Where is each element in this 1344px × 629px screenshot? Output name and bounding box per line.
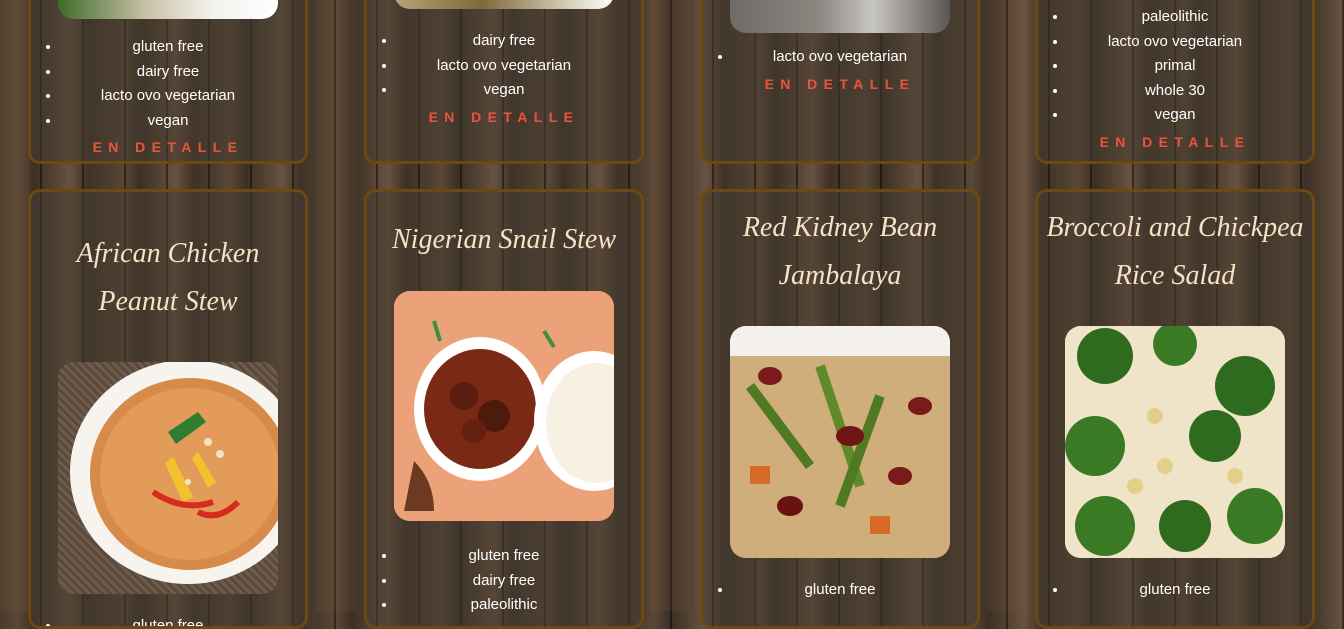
diet-item: lacto ovo vegetarian — [61, 84, 305, 109]
detail-link[interactable]: EN DETALLE — [703, 76, 977, 92]
diet-item: paleolithic — [1068, 5, 1312, 30]
diet-item: gluten free — [1068, 578, 1312, 603]
diet-list: gluten free dairy free lacto ovo vegetar… — [31, 35, 305, 133]
diet-item: gluten free — [61, 614, 305, 626]
diet-item: vegan — [61, 109, 305, 134]
diet-item: dairy free — [397, 29, 641, 54]
wood-plank — [0, 0, 30, 611]
diet-list: gluten free — [703, 578, 977, 603]
diet-list: gluten free — [1038, 578, 1312, 603]
diet-list: dairy free lacto ovo vegetarian vegan — [367, 29, 641, 103]
recipe-title[interactable]: Nigerian Snail Stew — [367, 216, 641, 264]
diet-item: vegan — [397, 78, 641, 103]
recipe-card: paleolithic lacto ovo vegetarian primal … — [1035, 0, 1315, 164]
detail-link[interactable]: EN DETALLE — [31, 139, 305, 155]
recipe-photo[interactable] — [58, 362, 278, 594]
diet-list: paleolithic lacto ovo vegetarian primal … — [1038, 5, 1312, 128]
diet-item: lacto ovo vegetarian — [397, 54, 641, 79]
salad-illustration — [1065, 326, 1285, 558]
diet-list: gluten free — [31, 614, 305, 626]
diet-item: whole 30 — [1068, 79, 1312, 104]
wood-plank — [316, 0, 356, 611]
recipe-card: African Chicken Peanut Stew gluten free — [28, 189, 308, 629]
recipe-title[interactable]: Red Kidney Bean Jambalaya — [703, 204, 977, 300]
recipe-photo[interactable] — [394, 291, 614, 521]
recipe-title[interactable]: Broccoli and Chickpea Rice Salad — [1038, 204, 1312, 300]
wood-plank — [986, 0, 1026, 611]
detail-link[interactable]: EN DETALLE — [1038, 134, 1312, 150]
recipe-card: dairy free lacto ovo vegetarian vegan EN… — [364, 0, 644, 164]
diet-list: lacto ovo vegetarian — [703, 45, 977, 70]
diet-item: vegan — [1068, 103, 1312, 128]
diet-list: gluten free dairy free paleolithic — [367, 544, 641, 618]
diet-item: primal — [1068, 54, 1312, 79]
diet-item: paleolithic — [397, 593, 641, 618]
recipe-photo[interactable] — [1065, 326, 1285, 558]
diet-item: lacto ovo vegetarian — [733, 45, 977, 70]
diet-item: lacto ovo vegetarian — [1068, 30, 1312, 55]
recipe-photo — [730, 0, 950, 33]
recipe-card: Broccoli and Chickpea Rice Salad gluten … — [1035, 189, 1315, 629]
wood-plank — [650, 0, 690, 611]
diet-item: gluten free — [61, 35, 305, 60]
recipe-card: Red Kidney Bean Jambalaya gluten free — [700, 189, 980, 629]
jambalaya-illustration — [730, 326, 950, 558]
recipe-photo — [394, 0, 614, 9]
recipe-photo[interactable] — [730, 326, 950, 558]
recipe-title[interactable]: African Chicken Peanut Stew — [31, 230, 305, 326]
recipe-card: lacto ovo vegetarian EN DETALLE — [700, 0, 980, 164]
diet-item: gluten free — [397, 544, 641, 569]
stew-bowl-illustration — [70, 362, 278, 584]
recipe-card: gluten free dairy free lacto ovo vegetar… — [28, 0, 308, 164]
diet-item: dairy free — [397, 569, 641, 594]
recipe-card: Nigerian Snail Stew gluten free dairy fr… — [364, 189, 644, 629]
stew-bowl-illustration — [394, 291, 614, 521]
detail-link[interactable]: EN DETALLE — [367, 109, 641, 125]
diet-item: gluten free — [733, 578, 977, 603]
recipe-photo — [58, 0, 278, 19]
diet-item: dairy free — [61, 60, 305, 85]
